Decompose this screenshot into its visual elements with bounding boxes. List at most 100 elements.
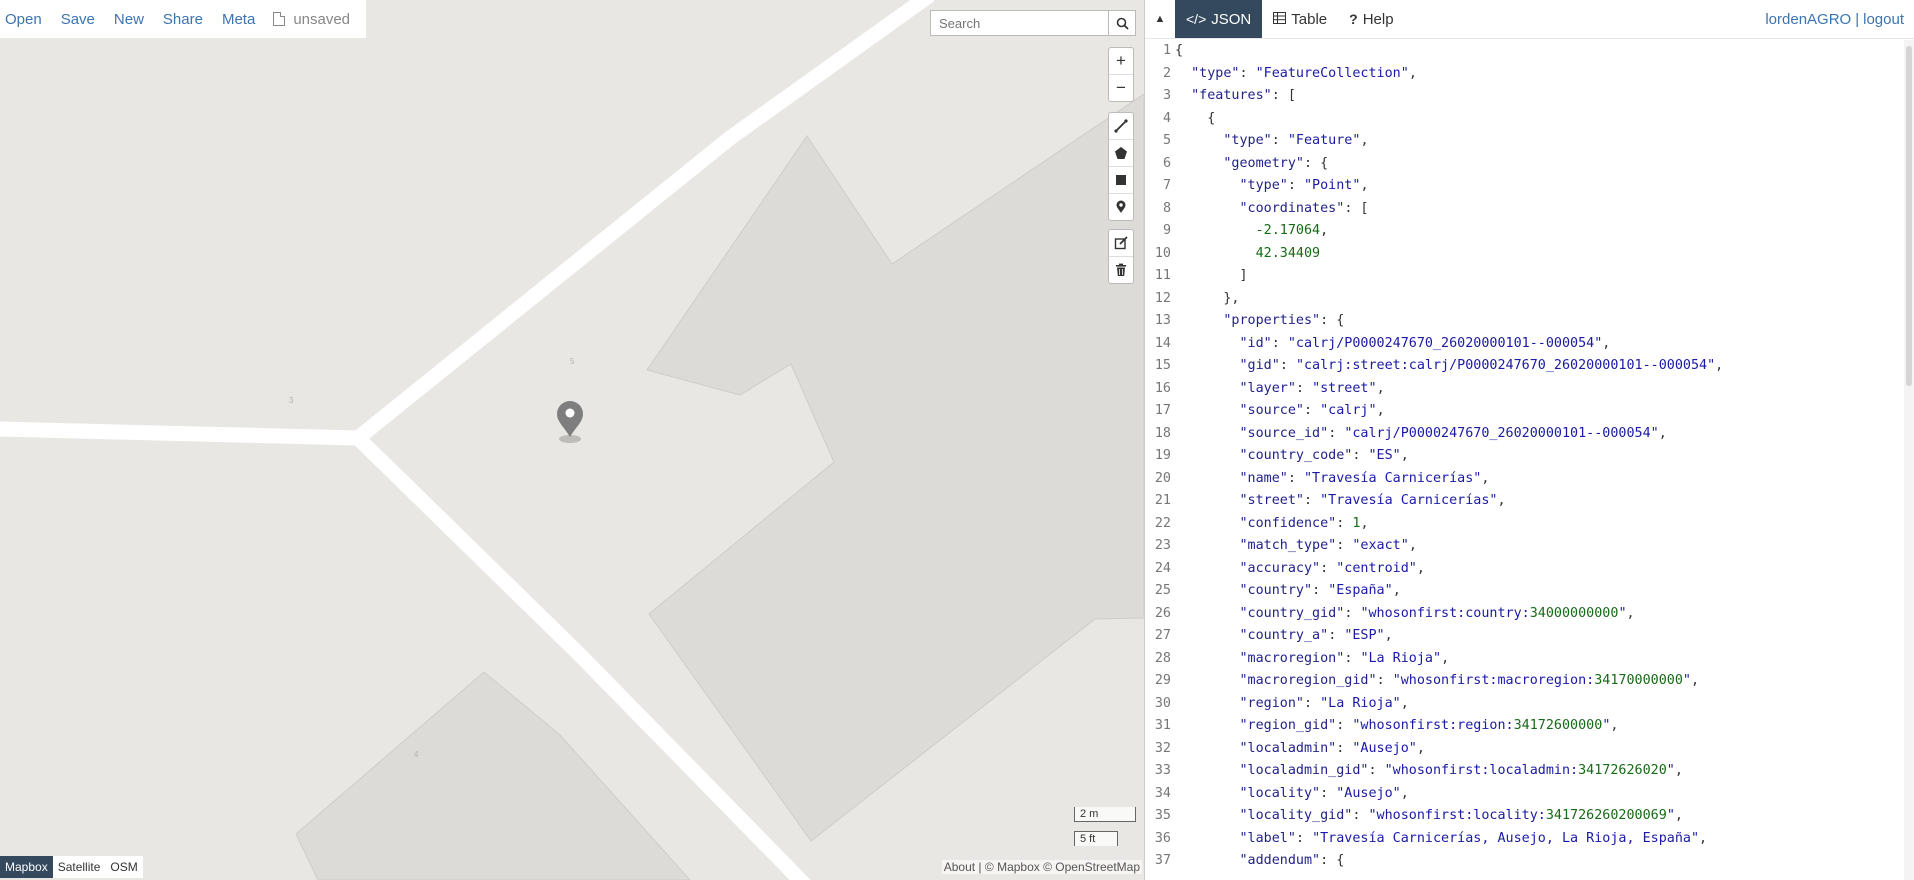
save-button[interactable]: Save <box>56 11 105 28</box>
code-text: "type": "Point", <box>1239 178 1369 193</box>
line-number: 22 <box>1154 515 1171 531</box>
scrollbar-thumb[interactable] <box>1906 46 1912 386</box>
new-button[interactable]: New <box>109 11 154 28</box>
code-line: 29 "macroregion_gid": "whosonfirst:macro… <box>1145 670 1904 693</box>
line-number: 16 <box>1154 380 1171 396</box>
line-number: 30 <box>1154 695 1171 711</box>
code-text: "label": "Travesía Carnicerías, Ausejo, … <box>1239 830 1708 846</box>
panel-tab-bar: ▲ </> JSON Table ? Help lordenAGRO | log… <box>1145 0 1914 39</box>
logout-link[interactable]: logout <box>1863 11 1904 28</box>
code-text: "gid": "calrj:street:calrj/P0000247670_2… <box>1239 358 1724 373</box>
tab-json[interactable]: </> JSON <box>1175 0 1263 38</box>
code-line: 2 "type": "FeatureCollection", <box>1145 63 1904 86</box>
code-text: "type": "FeatureCollection", <box>1191 65 1417 81</box>
code-line: 11 ] <box>1145 265 1904 288</box>
tab-help[interactable]: ? Help <box>1338 0 1404 38</box>
tab-json-label: JSON <box>1211 10 1252 28</box>
line-number: 18 <box>1154 425 1171 441</box>
code-line: 35 "locality_gid": "whosonfirst:locality… <box>1145 805 1904 828</box>
line-number: 4 <box>1162 110 1171 126</box>
code-text: "country": "España", <box>1239 583 1401 598</box>
layer-osm[interactable]: OSM <box>105 856 143 878</box>
trash-icon <box>1116 263 1126 276</box>
line-number: 27 <box>1154 628 1171 643</box>
osm-attribution-link[interactable]: © OpenStreetMap <box>1043 860 1140 874</box>
line-number: 33 <box>1154 763 1171 778</box>
line-number: 35 <box>1154 808 1171 823</box>
map-view[interactable]: 3 5 4 Open Save New Share Meta unsaved S… <box>0 0 1144 880</box>
code-text: "properties": { <box>1223 313 1345 328</box>
mapbox-attribution-link[interactable]: © Mapbox <box>985 860 1040 874</box>
polygon-icon <box>1115 147 1127 159</box>
editor-scrollbar[interactable] <box>1904 40 1914 880</box>
draw-marker-button[interactable] <box>1109 194 1133 220</box>
about-link[interactable]: About <box>944 860 975 874</box>
code-line: 18 "source_id": "calrj/P0000247670_26020… <box>1145 423 1904 446</box>
code-line: 31 "region_gid": "whosonfirst:region:341… <box>1145 715 1904 738</box>
code-text: "coordinates": [ <box>1239 200 1369 216</box>
scale-metric: 2 m <box>1074 807 1136 822</box>
code-line: 7 "type": "Point", <box>1145 175 1904 198</box>
zoom-in-button[interactable]: + <box>1109 48 1133 75</box>
edit-button[interactable] <box>1109 230 1133 257</box>
file-icon <box>273 12 286 26</box>
draw-line-button[interactable] <box>1109 113 1133 140</box>
map-canvas[interactable]: 3 5 4 <box>0 0 1144 880</box>
line-number: 15 <box>1154 358 1171 373</box>
code-text: "name": "Travesía Carnicerías", <box>1239 470 1490 486</box>
line-number: 28 <box>1154 650 1171 666</box>
code-line: 15 "gid": "calrj:street:calrj/P000024767… <box>1145 355 1904 378</box>
code-line: 25 "country": "España", <box>1145 580 1904 603</box>
user-area: lordenAGRO | logout <box>1765 0 1914 38</box>
layer-satellite[interactable]: Satellite <box>52 856 106 878</box>
layer-mapbox[interactable]: Mapbox <box>0 856 53 878</box>
line-number: 29 <box>1154 673 1171 688</box>
edit-icon <box>1114 236 1128 250</box>
code-line: 17 "source": "calrj", <box>1145 400 1904 423</box>
line-number: 37 <box>1154 853 1171 868</box>
code-line: 3 "features": [ <box>1145 85 1904 108</box>
top-toolbar: Open Save New Share Meta unsaved <box>0 0 366 38</box>
collapse-panel-button[interactable]: ▲ <box>1145 0 1175 38</box>
code-text: }, <box>1175 290 1240 306</box>
table-icon <box>1273 11 1287 27</box>
code-line: 5 "type": "Feature", <box>1145 130 1904 153</box>
code-line: 30 "region": "La Rioja", <box>1145 693 1904 716</box>
search-input[interactable] <box>931 11 1108 35</box>
line-number: 3 <box>1162 88 1171 103</box>
file-status-label: unsaved <box>293 10 351 28</box>
open-button[interactable]: Open <box>0 11 52 28</box>
json-editor[interactable]: 1{2 "type": "FeatureCollection", 3 "featu… <box>1145 40 1904 880</box>
code-line: 28 "macroregion": "La Rioja", <box>1145 648 1904 671</box>
line-number: 20 <box>1154 470 1171 486</box>
code-line: 20 "name": "Travesía Carnicerías", <box>1145 468 1904 491</box>
line-number: 8 <box>1162 200 1171 216</box>
code-text: "localadmin": "Ausejo", <box>1239 740 1425 756</box>
side-panel: ▲ </> JSON Table ? Help lordenAGRO | log… <box>1144 0 1914 880</box>
code-line: 6 "geometry": { <box>1145 153 1904 176</box>
line-number: 9 <box>1162 223 1171 238</box>
code-text: "confidence": 1, <box>1239 515 1369 531</box>
code-line: 21 "street": "Travesía Carnicerías", <box>1145 490 1904 513</box>
tab-table[interactable]: Table <box>1262 0 1338 38</box>
search-button[interactable] <box>1108 11 1135 35</box>
rectangle-icon <box>1116 175 1126 185</box>
username-link[interactable]: lordenAGRO <box>1765 11 1851 28</box>
draw-rectangle-button[interactable] <box>1109 167 1133 194</box>
code-text: "locality_gid": "whosonfirst:locality:34… <box>1239 808 1683 823</box>
map-marker-icon[interactable] <box>557 401 583 443</box>
delete-button[interactable] <box>1109 257 1133 283</box>
marker-icon <box>1116 200 1126 213</box>
share-button[interactable]: Share <box>158 11 213 28</box>
code-line: 1{ <box>1145 40 1904 63</box>
code-line: 36 "label": "Travesía Carnicerías, Ausej… <box>1145 828 1904 851</box>
house-number: 4 <box>414 750 419 759</box>
code-line: 9 -2.17064, <box>1145 220 1904 243</box>
draw-polygon-button[interactable] <box>1109 140 1133 167</box>
line-number: 10 <box>1154 245 1171 261</box>
meta-button[interactable]: Meta <box>217 11 265 28</box>
zoom-out-button[interactable]: − <box>1109 75 1133 101</box>
line-number: 1 <box>1162 43 1171 58</box>
code-line: 12 }, <box>1145 288 1904 311</box>
code-text: "geometry": { <box>1223 155 1329 171</box>
